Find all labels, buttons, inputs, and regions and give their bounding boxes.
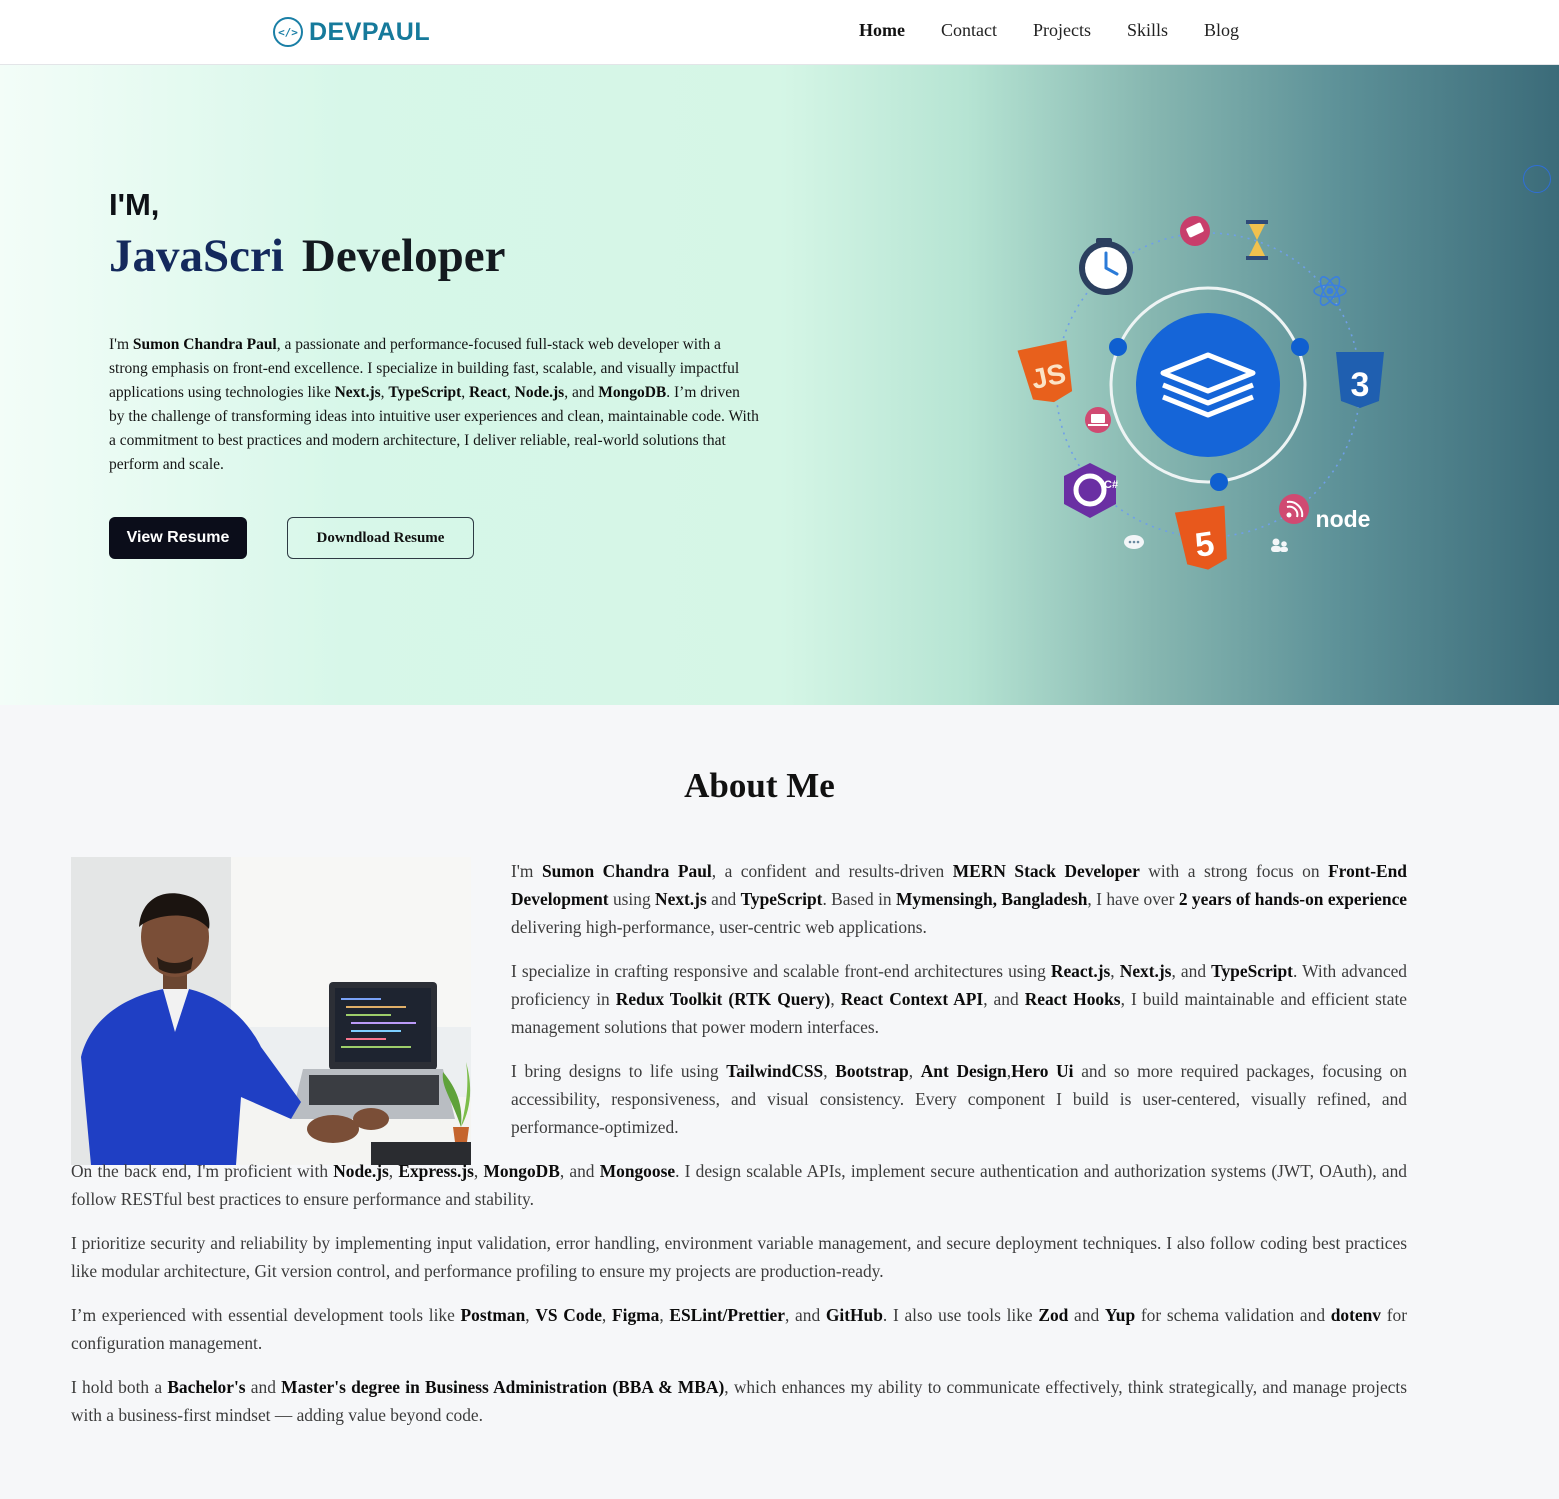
bold-term: MongoDB (598, 384, 667, 401)
bold-term: MERN Stack Developer (952, 861, 1140, 881)
hero-section: I'M, JavaScri Developer I'm Sumon Chandra… (0, 65, 1559, 705)
tech-orbit-illustration: JS 3 node C# 5 (1017, 216, 1384, 570)
about-section-title: About Me (684, 766, 835, 805)
javascript-icon: JS (1017, 340, 1073, 403)
nav-contact-link[interactable]: Contact (941, 20, 997, 41)
top-navbar: </> DEVPAUL Home Contact Projects Skills… (0, 0, 1559, 65)
bold-term: Zod (1038, 1305, 1069, 1325)
bold-term: VS Code (535, 1305, 602, 1325)
site-logo[interactable]: </> DEVPAUL (273, 17, 430, 47)
photo-float-spacer (71, 857, 511, 1157)
center-disk (1136, 313, 1280, 457)
bold-term: TypeScript (740, 889, 823, 909)
bold-term: Express.js (398, 1161, 474, 1181)
bold-term: Node.js (333, 1161, 389, 1181)
bold-term: Sumon Chandra Paul (541, 861, 712, 881)
nodejs-icon: node (1316, 506, 1371, 532)
ring-node (1291, 338, 1309, 356)
bold-term: Bootstrap (835, 1061, 909, 1081)
bold-term: MongoDB (483, 1161, 560, 1181)
about-text: I'm Sumon Chandra Paul, a confident and … (71, 857, 1407, 1445)
csharp-label: C# (1104, 479, 1118, 491)
bold-term: TypeScript (388, 384, 462, 401)
bold-term: TailwindCSS (726, 1061, 824, 1081)
nav-blog-link[interactable]: Blog (1204, 20, 1239, 41)
chat-icon (1124, 535, 1144, 549)
typed-role-text: JavaScri (109, 230, 284, 282)
view-resume-button[interactable]: View Resume (109, 517, 247, 559)
bold-term: Sumon Chandra Paul (132, 336, 277, 353)
bold-term: Next.js (1119, 961, 1172, 981)
bold-term: Next.js (334, 384, 381, 401)
bold-term: Redux Toolkit (RTK Query) (615, 989, 831, 1009)
download-resume-button[interactable]: Downdload Resume (287, 517, 474, 559)
bold-term: Yup (1104, 1305, 1136, 1325)
laptop-icon (1085, 407, 1111, 433)
bold-term: React.js (1050, 961, 1111, 981)
hourglass-icon (1246, 220, 1268, 260)
ring-node (1109, 338, 1127, 356)
eraser-icon (1180, 216, 1210, 246)
bold-term: Next.js (655, 889, 707, 909)
logo-text: DEVPAUL (309, 17, 431, 46)
bold-term: React Context API (840, 989, 984, 1009)
bold-term: dotenv (1330, 1305, 1381, 1325)
bold-term: Node.js (514, 384, 565, 401)
code-icon: </> (273, 17, 303, 47)
about-paragraph: On the back end, I'm proficient with Nod… (71, 1161, 1407, 1209)
bold-term: Master's degree in Business Administrati… (281, 1377, 725, 1397)
html5-icon: 5 (1174, 505, 1227, 570)
bold-term: TypeScript (1211, 961, 1293, 981)
bold-term: React Hooks (1024, 989, 1121, 1009)
bold-term: Mongoose (599, 1161, 676, 1181)
css3-icon: 3 (1336, 352, 1384, 408)
bold-term: Figma (611, 1305, 660, 1325)
hero-role-heading: JavaScri Developer (109, 229, 506, 283)
main-menu: Home Contact Projects Skills Blog (859, 20, 1239, 41)
about-paragraph: I hold both a Bachelor's and Master's de… (71, 1377, 1407, 1425)
decorative-circle (1523, 165, 1551, 193)
bold-term: React (469, 384, 507, 401)
stopwatch-icon (1079, 238, 1133, 295)
nav-projects-link[interactable]: Projects (1033, 20, 1091, 41)
react-icon (1313, 276, 1347, 306)
bold-term: Ant Design (920, 1061, 1007, 1081)
nav-skills-link[interactable]: Skills (1127, 20, 1168, 41)
bold-term: 2 years of hands-on experience (1178, 889, 1408, 909)
about-paragraph: I’m experienced with essential developme… (71, 1305, 1407, 1353)
bold-term: Bachelor's (167, 1377, 246, 1397)
nav-home-link[interactable]: Home (859, 20, 905, 41)
bold-term: Hero Ui (1011, 1061, 1074, 1081)
hero-description: I'm Sumon Chandra Paul, a passionate and… (109, 336, 759, 473)
rss-icon (1279, 494, 1309, 524)
users-icon (1271, 538, 1288, 552)
bold-term: Mymensingh, Bangladesh (896, 889, 1088, 909)
bold-term: Postman (460, 1305, 526, 1325)
role-suffix: Developer (301, 230, 506, 282)
bold-term: ESLint/Prettier (669, 1305, 785, 1325)
css3-label: 3 (1351, 366, 1370, 404)
bold-term: GitHub (825, 1305, 883, 1325)
ring-node (1210, 473, 1228, 491)
about-paragraph: I prioritize security and reliability by… (71, 1233, 1407, 1281)
csharp-icon: C# (1064, 463, 1118, 518)
hero-greeting: I'M, (109, 187, 160, 222)
